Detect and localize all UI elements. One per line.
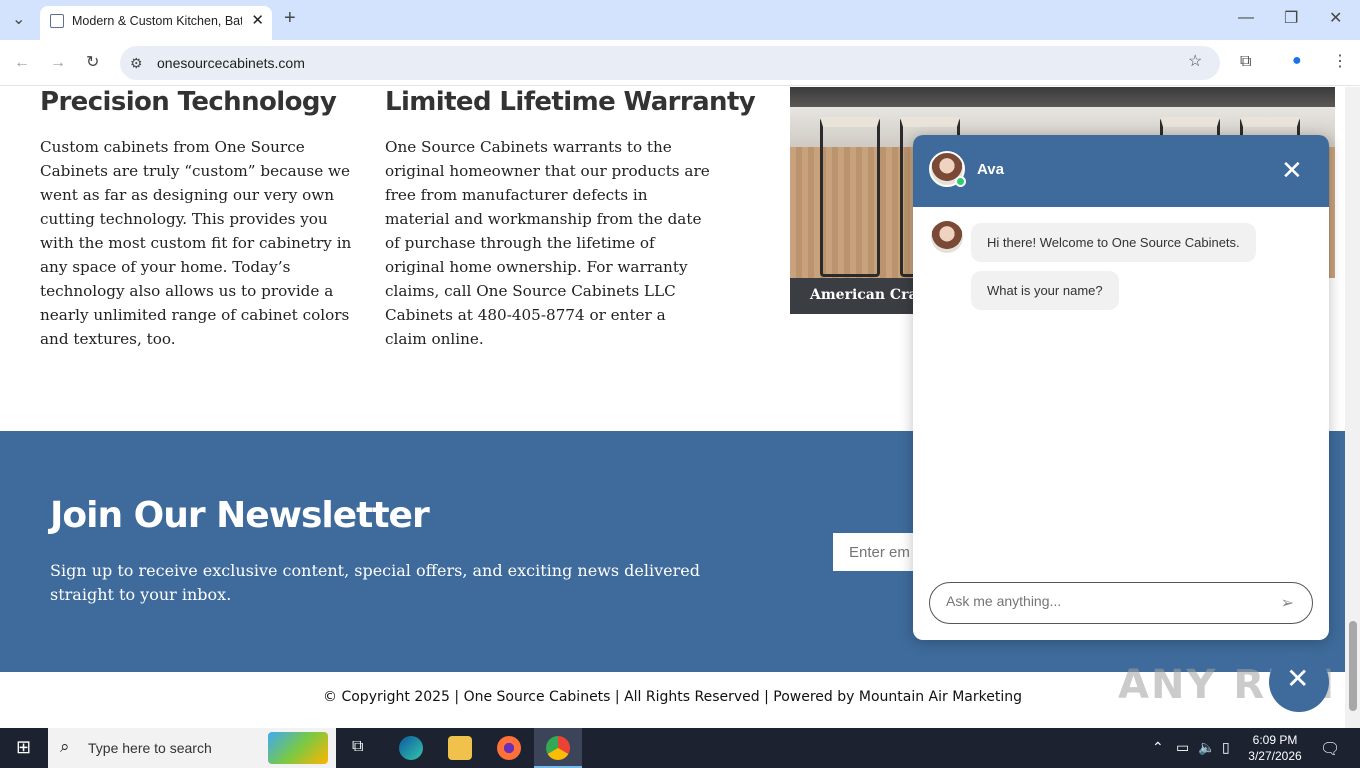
message-avatar (931, 221, 963, 253)
clock-date: 3/27/2026 (1248, 749, 1302, 763)
warranty-text: One Source Cabinets warrants to the orig… (385, 138, 710, 348)
tab-title: Modern & Custom Kitchen, Bat (72, 14, 242, 28)
task-view-icon[interactable]: ⧉ (352, 738, 363, 756)
windows-start-icon[interactable]: ⊞ (16, 737, 31, 758)
precision-technology-heading: Precision Technology (40, 87, 337, 117)
bookmark-star-icon[interactable]: ☆ (1188, 54, 1202, 70)
browser-tab-bar: ⌄ Modern & Custom Kitchen, Bat ✕ + — ❐ ✕ (0, 0, 1360, 40)
chat-input[interactable] (946, 593, 1256, 609)
reload-icon[interactable]: ↻ (86, 55, 99, 71)
chrome-icon (546, 736, 570, 760)
minimize-icon[interactable]: — (1238, 10, 1254, 26)
chat-toggle-close-icon: ✕ (1286, 663, 1310, 694)
profile-avatar-icon[interactable]: ● (1292, 53, 1302, 69)
page-scrollbar[interactable] (1345, 87, 1360, 728)
back-arrow-icon[interactable]: ← (14, 55, 30, 71)
newsletter-text: Sign up to receive exclusive content, sp… (50, 561, 700, 604)
site-settings-icon[interactable]: ⚙ (130, 55, 143, 71)
chat-close-icon[interactable]: ✕ (1281, 157, 1303, 183)
maximize-icon[interactable]: ❐ (1284, 11, 1298, 27)
taskbar-search[interactable]: ⌕ Type here to search (48, 728, 336, 768)
warranty-heading: Limited Lifetime Warranty (385, 87, 756, 117)
send-icon[interactable]: ➢ (1281, 593, 1294, 613)
chat-message: What is your name? (971, 271, 1119, 310)
precision-technology-text: Custom cabinets from One Source Cabinets… (40, 138, 352, 348)
browser-toolbar: ← → ↻ ⚙ onesourcecabinets.com ☆ ⧉ ● ⋮ (0, 40, 1360, 86)
search-icon: ⌕ (60, 737, 70, 756)
tab-search-chevron-icon[interactable]: ⌄ (12, 12, 25, 28)
browser-tab[interactable]: Modern & Custom Kitchen, Bat ✕ (40, 6, 272, 40)
display-icon[interactable]: ▯ (1222, 739, 1230, 756)
extensions-puzzle-icon[interactable]: ⧉ (1240, 54, 1251, 70)
search-highlight-icon (268, 732, 328, 764)
edge-icon[interactable] (399, 736, 423, 760)
chat-toggle-button[interactable]: ✕ (1269, 652, 1329, 712)
url-text: onesourcecabinets.com (157, 55, 305, 71)
chat-widget: Ava ✕ Hi there! Welcome to One Source Ca… (913, 135, 1329, 640)
new-tab-plus-icon[interactable]: + (284, 8, 296, 28)
menu-kebab-icon[interactable]: ⋮ (1332, 54, 1348, 70)
chat-input-box[interactable]: ➢ (929, 582, 1313, 624)
windows-taskbar: ⊞ ⌕ Type here to search ⧉ ⌃ ▭ 🔈 ▯ 6:09 P… (0, 728, 1360, 768)
chat-message: Hi there! Welcome to One Source Cabinets… (971, 223, 1256, 262)
address-bar[interactable]: ⚙ onesourcecabinets.com ☆ (120, 46, 1220, 80)
window-close-icon[interactable]: ✕ (1329, 11, 1342, 27)
notifications-icon[interactable]: 🗨 (1320, 739, 1340, 759)
taskbar-search-text: Type here to search (88, 740, 212, 756)
tab-close-icon[interactable]: ✕ (251, 11, 264, 29)
tray-chevron-icon[interactable]: ⌃ (1152, 739, 1164, 756)
volume-icon[interactable]: 🔈 (1198, 739, 1215, 756)
firefox-icon[interactable] (497, 736, 521, 760)
taskbar-clock[interactable]: 6:09 PM 3/27/2026 (1240, 732, 1310, 764)
scrollbar-thumb[interactable] (1349, 621, 1357, 711)
file-explorer-icon[interactable] (448, 736, 472, 760)
online-status-dot (955, 176, 966, 187)
agent-name: Ava (977, 161, 1004, 178)
chat-header: Ava ✕ (913, 135, 1329, 207)
clock-time: 6:09 PM (1252, 733, 1298, 747)
forward-arrow-icon[interactable]: → (50, 55, 66, 71)
page-favicon-icon (50, 14, 64, 28)
photo-caption-text: American Craft (810, 287, 931, 303)
chrome-taskbar-button[interactable] (534, 728, 582, 768)
newsletter-title: Join Our Newsletter (50, 495, 430, 536)
network-icon[interactable]: ▭ (1176, 739, 1189, 756)
